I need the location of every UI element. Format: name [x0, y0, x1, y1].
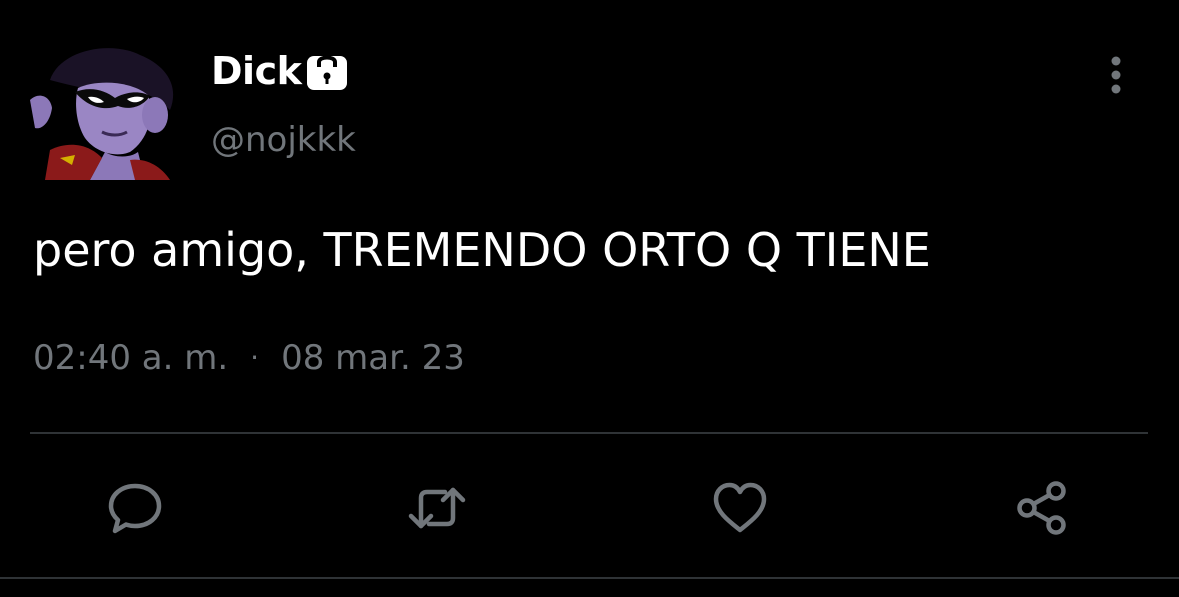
heart-icon — [713, 482, 767, 533]
tweet-date: 08 mar. 23 — [281, 338, 465, 378]
tweet-timestamp: 02:40 a. m. · 08 mar. 23 — [33, 334, 465, 382]
vertical-dots-icon — [1111, 56, 1121, 94]
tweet-detail: Dick @nojkkk pero amigo, TREMENDO ORTO Q… — [0, 0, 1179, 597]
comment-icon — [108, 483, 162, 534]
avatar-image — [30, 48, 174, 180]
user-handle[interactable]: @nojkkk — [211, 116, 356, 164]
tweet-time: 02:40 a. m. — [33, 338, 229, 378]
bottom-divider — [0, 577, 1179, 579]
retweet-icon — [408, 487, 466, 529]
share-icon — [1017, 481, 1066, 535]
lock-icon — [305, 50, 349, 94]
avatar[interactable] — [30, 40, 180, 180]
meta-separator: · — [250, 341, 260, 374]
tweet-text: pero amigo, TREMENDO ORTO Q TIENE — [33, 223, 931, 277]
display-name[interactable]: Dick — [211, 44, 302, 98]
share-button[interactable] — [1010, 476, 1074, 540]
reply-button[interactable] — [103, 476, 167, 540]
like-button[interactable] — [708, 476, 772, 540]
retweet-button[interactable] — [405, 476, 469, 540]
more-options-button[interactable] — [1096, 50, 1136, 100]
display-name-row: Dick — [211, 44, 349, 98]
divider — [30, 432, 1148, 434]
